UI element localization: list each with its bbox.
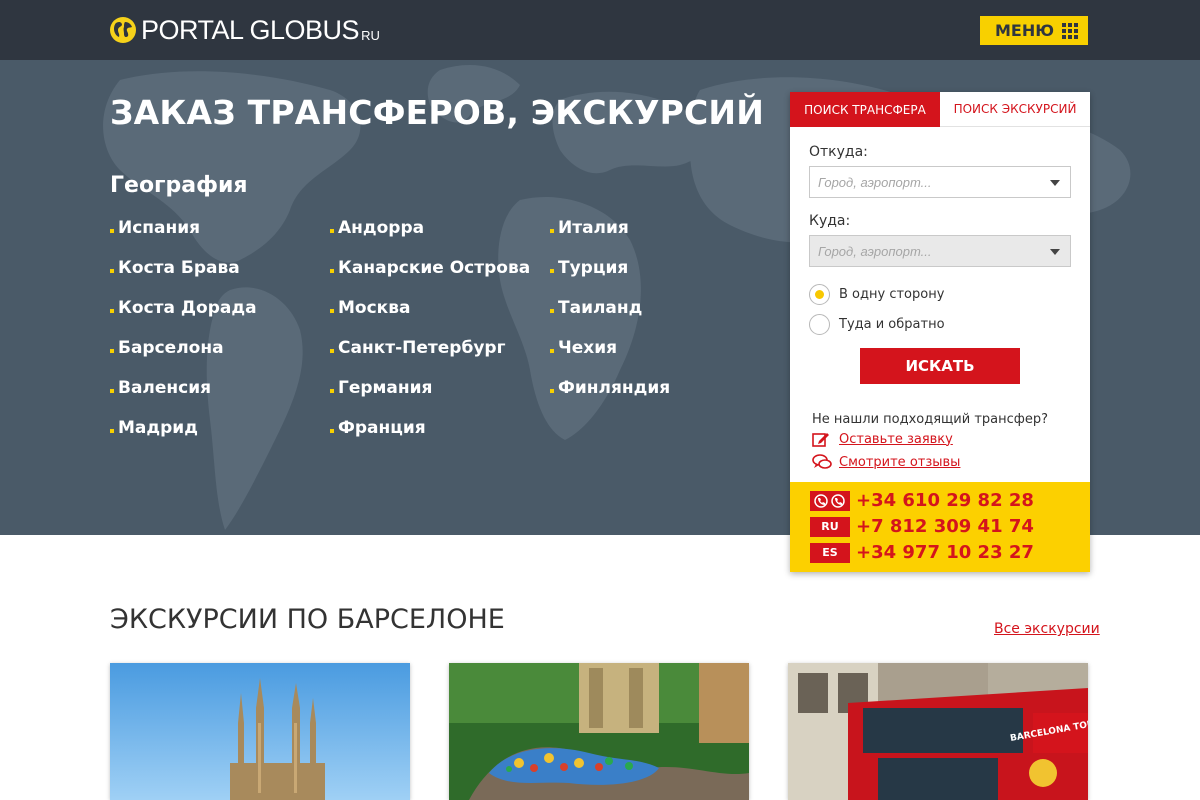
geo-link-moscow[interactable]: Москва	[330, 298, 530, 338]
page-title: ЗАКАЗ ТРАНСФЕРОВ, ЭКСКУРСИЙ	[110, 93, 765, 132]
globe-icon	[110, 17, 136, 43]
geo-link-turkey[interactable]: Турция	[550, 258, 670, 298]
top-header: PORTAL GLOBUS RU МЕНЮ	[0, 0, 1200, 60]
geo-link-thailand[interactable]: Таиланд	[550, 298, 670, 338]
search-button[interactable]: ИСКАТЬ	[860, 348, 1020, 384]
geo-link-costa-brava[interactable]: Коста Брава	[110, 258, 257, 298]
geography-column-3: Италия Турция Таиланд Чехия Финляндия	[550, 218, 670, 418]
from-select[interactable]: Город, аэропорт...	[809, 166, 1071, 198]
geo-link-czech[interactable]: Чехия	[550, 338, 670, 378]
chevron-down-icon	[1050, 180, 1060, 186]
geo-link-madrid[interactable]: Мадрид	[110, 418, 257, 458]
radio-unchecked-icon	[809, 314, 830, 335]
tab-transfer-search[interactable]: ПОИСК ТРАНСФЕРА	[790, 92, 940, 127]
phone-row-ru[interactable]: RU +7 812 309 41 74	[810, 516, 1034, 537]
phone-row-viber-whatsapp[interactable]: +34 610 29 82 28	[810, 490, 1034, 511]
geo-link-france[interactable]: Франция	[330, 418, 530, 458]
phone-number-main[interactable]: +34 610 29 82 28	[856, 490, 1034, 511]
radio-round-trip[interactable]: Туда и обратно	[809, 314, 945, 335]
logo-text: PORTAL GLOBUS	[141, 14, 360, 45]
see-reviews-row: Смотрите отзывы	[812, 454, 960, 470]
not-found-text: Не нашли подходящий трансфер?	[812, 412, 1049, 427]
radio-round-trip-label: Туда и обратно	[839, 317, 945, 332]
geo-link-spain[interactable]: Испания	[110, 218, 257, 258]
geo-link-saint-petersburg[interactable]: Санкт-Петербург	[330, 338, 530, 378]
edit-icon	[812, 431, 832, 447]
tab-excursion-search[interactable]: ПОИСК ЭКСКУРСИЙ	[940, 92, 1090, 127]
geo-link-valencia[interactable]: Валенсия	[110, 378, 257, 418]
phone-number-es[interactable]: +34 977 10 23 27	[856, 542, 1034, 563]
radio-one-way-label: В одну сторону	[839, 287, 945, 302]
es-badge: ES	[810, 542, 850, 563]
phone-number-ru[interactable]: +7 812 309 41 74	[856, 516, 1034, 537]
park-guell-dragon-image	[449, 663, 749, 800]
search-tabs: ПОИСК ТРАНСФЕРА ПОИСК ЭКСКУРСИЙ	[790, 92, 1090, 127]
geo-link-canary-islands[interactable]: Канарские Острова	[330, 258, 530, 298]
chevron-down-icon	[1050, 249, 1060, 255]
excursion-card-sagrada[interactable]	[110, 663, 410, 800]
geography-column-1: Испания Коста Брава Коста Дорада Барсело…	[110, 218, 257, 458]
logo-suffix: RU	[361, 27, 380, 43]
phone-block: +34 610 29 82 28 RU +7 812 309 41 74 ES …	[790, 482, 1090, 572]
geo-link-barcelona[interactable]: Барселона	[110, 338, 257, 378]
radio-checked-icon	[809, 284, 830, 305]
radio-one-way[interactable]: В одну сторону	[809, 284, 944, 305]
site-logo[interactable]: PORTAL GLOBUS RU	[110, 14, 380, 46]
to-label: Куда:	[809, 213, 851, 229]
from-label: Откуда:	[809, 144, 868, 160]
barcelona-tour-bus-image: BARCELONA TOUR	[788, 663, 1088, 800]
menu-label: МЕНЮ	[995, 21, 1055, 40]
see-reviews-link[interactable]: Смотрите отзывы	[839, 455, 960, 470]
geography-column-2: Андорра Канарские Острова Москва Санкт-П…	[330, 218, 530, 458]
geography-heading: География	[110, 173, 248, 198]
search-panel: ПОИСК ТРАНСФЕРА ПОИСК ЭКСКУРСИЙ Откуда: …	[790, 92, 1090, 572]
menu-button[interactable]: МЕНЮ	[980, 16, 1088, 45]
to-select[interactable]: Город, аэропорт...	[809, 235, 1071, 267]
phone-row-es[interactable]: ES +34 977 10 23 27	[810, 542, 1034, 563]
from-placeholder: Город, аэропорт...	[818, 175, 932, 190]
geo-link-italy[interactable]: Италия	[550, 218, 670, 258]
excursion-card-bus-tour[interactable]: BARCELONA TOUR	[788, 663, 1088, 800]
to-placeholder: Город, аэропорт...	[818, 244, 932, 259]
excursion-card-park-guell[interactable]	[449, 663, 749, 800]
geo-link-finland[interactable]: Финляндия	[550, 378, 670, 418]
geo-link-andorra[interactable]: Андорра	[330, 218, 530, 258]
sagrada-familia-image	[110, 663, 410, 800]
grid-menu-icon	[1062, 23, 1078, 39]
chat-bubbles-icon	[812, 454, 832, 470]
ru-badge: RU	[810, 516, 850, 537]
leave-request-row: Оставьте заявку	[812, 431, 953, 447]
excursions-heading: ЭКСКУРСИИ ПО БАРСЕЛОНЕ	[110, 604, 505, 635]
viber-whatsapp-icon	[810, 490, 850, 511]
geo-link-germany[interactable]: Германия	[330, 378, 530, 418]
geo-link-costa-dorada[interactable]: Коста Дорада	[110, 298, 257, 338]
all-excursions-link[interactable]: Все экскурсии	[994, 621, 1100, 637]
leave-request-link[interactable]: Оставьте заявку	[839, 432, 953, 447]
